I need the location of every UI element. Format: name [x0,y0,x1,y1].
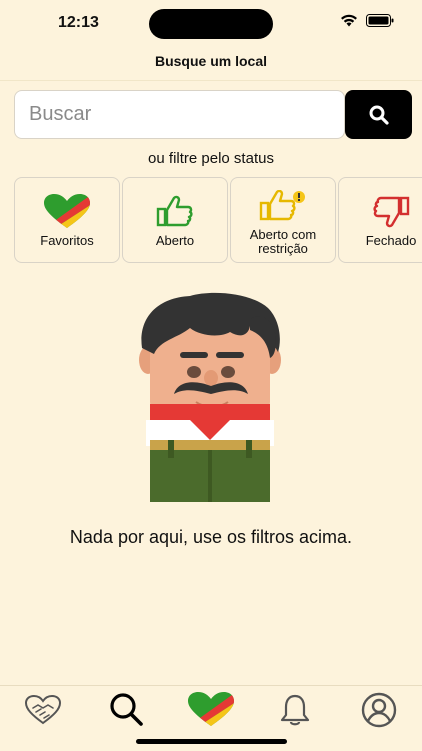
page-title: Busque um local [0,50,422,81]
handshake-icon [24,695,62,725]
status-bar: 12:13 [0,0,422,48]
filter-fechado[interactable]: Fechado [338,177,422,263]
status-time: 12:13 [58,14,99,31]
filter-aberto-com-restricao[interactable]: Aberto com restrição [230,177,336,263]
filter-label: Aberto [155,233,195,248]
heart-flag-icon [44,194,90,228]
tab-perfil[interactable] [354,690,404,730]
search-icon [110,693,143,726]
wifi-icon [341,14,357,27]
filter-favoritos[interactable]: Favoritos [14,177,120,263]
tab-buscar[interactable] [101,690,151,730]
search-bar [14,90,412,140]
search-button[interactable] [345,90,412,139]
filter-label: Fechado [365,233,417,248]
thumbs-up-icon [156,195,193,227]
tab-favoritos[interactable] [186,690,236,730]
home-indicator [136,739,287,744]
battery-icon [366,14,394,27]
empty-state-message: Nada por aqui, use os filtros acima. [69,527,353,547]
dynamic-island [149,9,273,39]
filter-label: Favoritos [40,233,94,248]
search-input[interactable] [14,90,345,139]
thumbs-up-warning-icon [259,190,305,221]
heart-flag-icon [188,692,234,726]
bell-icon [280,694,310,726]
gaucho-mascot-illustration [139,292,281,502]
tab-notificacoes[interactable] [270,690,320,730]
status-icons [340,14,394,27]
status-filters: Favoritos Aberto Aberto com restrição Fe… [14,177,422,265]
tab-parceiros[interactable] [18,690,68,730]
filter-label: Aberto com restrição [249,227,317,256]
profile-icon [361,692,397,728]
filter-aberto[interactable]: Aberto [122,177,228,263]
filter-subtitle: ou filtre pelo status [148,150,274,167]
search-icon [369,105,389,125]
thumbs-down-icon [373,196,410,228]
